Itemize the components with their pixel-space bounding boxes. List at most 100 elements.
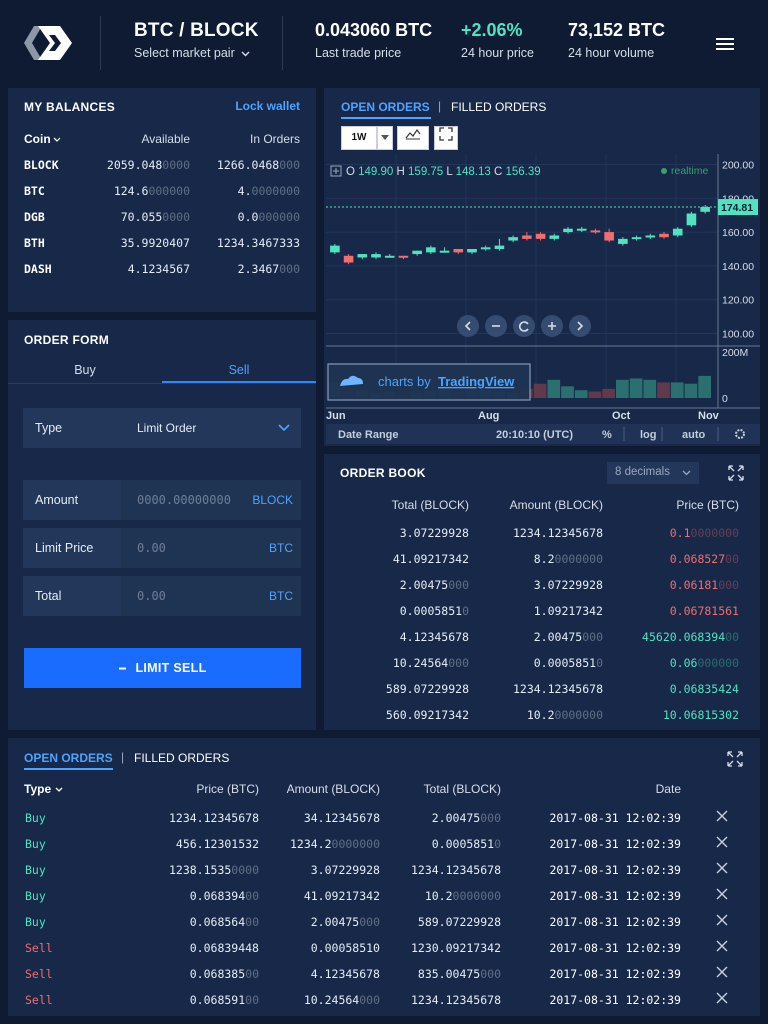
available-balance-digits: 2059.048 [106, 158, 163, 172]
orders-panel: OPEN ORDERS | FILLED ORDERS Type Price (… [8, 738, 760, 1016]
cancel-order-button[interactable] [715, 939, 729, 953]
type-sort[interactable]: Type [24, 782, 63, 796]
reset-icon[interactable] [513, 315, 535, 337]
total-column-label: Total (BLOCK) [423, 782, 501, 796]
order-book-row[interactable]: 560.09217342 10.20000000 10.06815302 [324, 708, 760, 734]
balance-row[interactable]: DASH 4.1234567 2.3467000 [8, 262, 316, 288]
limit-sell-button[interactable]: LIMIT SELL [24, 648, 301, 688]
lock-wallet-link[interactable]: Lock wallet [235, 99, 300, 113]
price-change: +2.06% [461, 20, 523, 40]
price-cell: 45620.06839400 [642, 630, 739, 644]
order-row[interactable]: Sell 0.06839448 0.00058510 1230.09217342 201… [8, 939, 760, 967]
ohlc-legend: O 149.90 H 159.75 L 148.13 C 156.39 [346, 166, 541, 178]
cancel-order-button[interactable] [715, 991, 729, 1005]
price-cell-digits: 0.06 [669, 656, 698, 670]
candle-body [426, 247, 436, 253]
amount-cell-digits: 10.2 [526, 708, 555, 722]
blocknet-logo-icon[interactable] [22, 22, 76, 64]
cancel-order-button[interactable] [715, 887, 729, 901]
expand-icon[interactable] [728, 465, 744, 481]
volume-bar [588, 391, 602, 398]
utc-clock[interactable]: 20:10:10 (UTC) [496, 429, 573, 441]
interval-select[interactable]: 1W [341, 126, 377, 150]
order-book-row[interactable]: 41.09217342 8.20000000 0.06852700 [324, 552, 760, 578]
order-row[interactable]: Buy 0.06839400 41.09217342 10.20000000 2017-… [8, 887, 760, 915]
order-date: 2017-08-31 12:02:39 [549, 811, 681, 825]
amount-cell-trailing-zeros: 000 [359, 993, 380, 1007]
chevron-down-icon [682, 470, 691, 476]
order-row[interactable]: Buy 1234.12345678 34.12345678 2.00475000 201… [8, 809, 760, 837]
candle-body [576, 228, 587, 231]
candle-body [467, 249, 477, 253]
balance-row[interactable]: BTH 35.9920407 1234.3467333 [8, 236, 316, 262]
price-cell-digits: 0.068527 [669, 552, 726, 566]
price-cell-digits: 1234.12345678 [168, 811, 259, 825]
in-orders-balance-digits: 4. [237, 184, 252, 198]
price-cell: 0.06856400 [190, 915, 259, 929]
cancel-order-button[interactable] [715, 835, 729, 849]
tab-sell[interactable]: Sell [162, 363, 316, 377]
tab-open-orders[interactable]: OPEN ORDERS [341, 100, 430, 114]
price-cell-trailing-zeros: 0000000 [690, 526, 739, 540]
amount-input[interactable]: 0000.00000000 BLOCK [121, 480, 301, 520]
price-cell: 0.06859100 [190, 993, 259, 1007]
order-row[interactable]: Buy 0.06856400 2.00475000 589.07229928 2017-… [8, 913, 760, 941]
tab-filled-orders[interactable]: FILLED ORDERS [451, 100, 546, 114]
cancel-order-button[interactable] [715, 913, 729, 927]
tab-open-orders[interactable]: OPEN ORDERS [24, 751, 113, 765]
balance-row[interactable]: BLOCK 2059.0480000 1266.0468000 [8, 158, 316, 184]
limit-price-input[interactable]: 0.00 BTC [121, 528, 301, 568]
balance-row[interactable]: DGB 70.0550000 0.0000000 [8, 210, 316, 236]
price-change-label: 24 hour price [461, 46, 534, 60]
total-input[interactable]: 0.00 BTC [121, 576, 301, 616]
time-tick-label: Aug [478, 410, 499, 422]
chevron-right-icon[interactable] [569, 315, 591, 337]
chevron-left-icon[interactable] [457, 315, 479, 337]
total-cell: 4.12345678 [400, 630, 469, 644]
interval-dropdown[interactable] [377, 126, 393, 150]
decimals-select[interactable]: 8 decimals [607, 462, 699, 484]
order-book-row[interactable]: 589.07229928 1234.12345678 0.06835424 [324, 682, 760, 708]
amount-cell: 10.20000000 [527, 708, 603, 722]
order-book-row[interactable]: 0.00058510 1.09217342 0.06781561 [324, 604, 760, 630]
time-tick-label: Nov [698, 410, 720, 422]
order-type-select[interactable]: Limit Order [121, 408, 301, 448]
chevron-down-icon [278, 424, 290, 432]
order-row[interactable]: Sell 0.06838500 4.12345678 835.00475000 2017… [8, 965, 760, 993]
price-chart[interactable]: 200.00180.00160.00140.00120.00100.00200M… [326, 154, 760, 444]
total-cell-digits: 560.09217342 [385, 708, 469, 722]
order-book-row[interactable]: 4.12345678 2.00475000 45620.06839400 [324, 630, 760, 656]
amount-cell: 3.07229928 [534, 578, 603, 592]
auto-toggle[interactable]: auto [682, 429, 706, 441]
cancel-order-button[interactable] [715, 965, 729, 979]
total-cell-trailing-zeros: 000 [448, 656, 469, 670]
log-toggle[interactable]: log [640, 429, 657, 441]
percent-toggle[interactable]: % [602, 429, 612, 441]
tab-buy[interactable]: Buy [8, 363, 162, 377]
total-cell-trailing-zeros: 0 [494, 837, 501, 851]
fullscreen-button[interactable] [434, 126, 458, 150]
order-type: Buy [25, 863, 46, 877]
order-book-row[interactable]: 10.24564000 0.00058510 0.06000000 [324, 656, 760, 682]
indicators-button[interactable] [397, 126, 429, 150]
coin-sort[interactable]: Coin [24, 132, 61, 146]
close-icon [716, 888, 728, 900]
in-orders-balance-digits: 2.3467 [237, 262, 280, 276]
candle-body [618, 238, 628, 244]
hamburger-menu-icon[interactable] [716, 38, 734, 50]
order-row[interactable]: Sell 0.06859100 10.24564000 1234.12345678 20… [8, 991, 760, 1019]
expand-icon[interactable] [727, 751, 743, 767]
balance-row[interactable]: BTC 124.6000000 4.0000000 [8, 184, 316, 210]
order-book-row[interactable]: 2.00475000 3.07229928 0.06181000 [324, 578, 760, 604]
available-balance: 70.0550000 [121, 210, 190, 224]
order-row[interactable]: Buy 456.12301532 1234.20000000 0.00058510 20… [8, 835, 760, 863]
order-row[interactable]: Buy 1238.15350000 3.07229928 1234.12345678 2… [8, 861, 760, 889]
cancel-order-button[interactable] [715, 861, 729, 875]
volume-bar [574, 390, 588, 398]
tab-filled-orders[interactable]: FILLED ORDERS [134, 751, 229, 765]
order-book-row[interactable]: 3.07229928 1234.12345678 0.10000000 [324, 526, 760, 552]
market-pair-select[interactable]: Select market pair [134, 46, 250, 60]
cancel-order-button[interactable] [715, 809, 729, 823]
amount-cell: 2.00475000 [534, 630, 603, 644]
date-range-button[interactable]: Date Range [338, 429, 399, 441]
